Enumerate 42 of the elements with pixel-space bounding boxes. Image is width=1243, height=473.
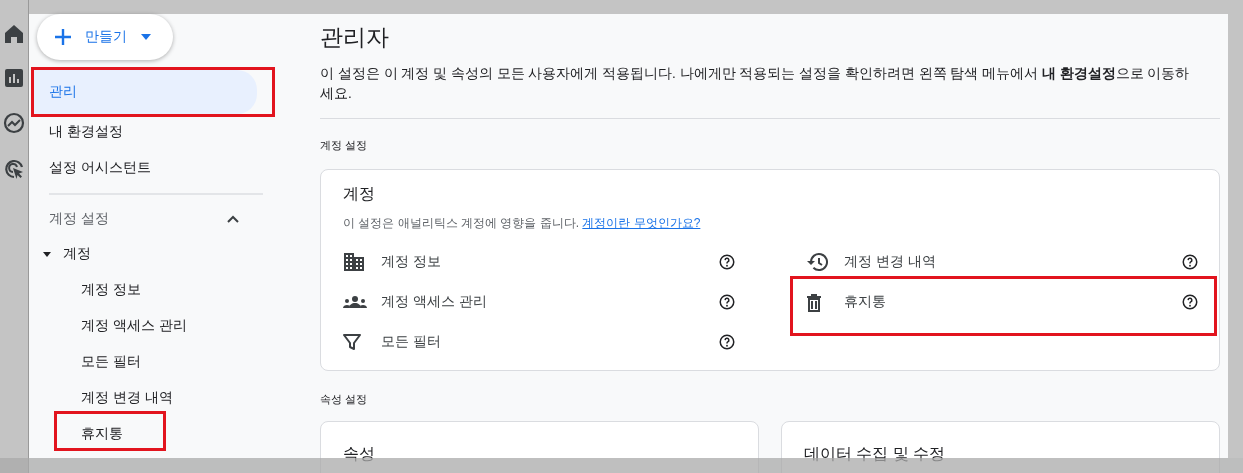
sidebar-item[interactable]: 계정 액세스 관리 [81,317,187,335]
people-icon [343,295,367,309]
create-button[interactable]: 만들기 [37,14,173,60]
caret-icon [141,34,151,40]
home-icon[interactable] [4,24,24,44]
plus-icon [55,29,71,45]
filter-icon [343,333,361,351]
description: 이 설정은 이 계정 및 속성의 모든 사용자에게 적용됩니다. 나에게만 적용되는 설정을 확인하려면 왼쪽 탐색 메뉴에서 내 환경설정으로 이동하세요. [320,65,1191,103]
sidebar-item[interactable]: 설정 어시스턴트 [33,150,257,186]
card-title: 데이터 수집 및 수정 [804,444,946,464]
section-heading: 속성 설정 [320,392,368,407]
chevron-icon[interactable] [227,215,239,223]
trend-icon[interactable] [3,112,25,134]
sidebar-item[interactable]: 내 환경설정 [33,114,257,150]
cursor-target-icon[interactable] [3,158,25,180]
sidebar-item[interactable]: 휴지통 [81,425,123,443]
card-title: 속성 [343,444,375,464]
building-icon [343,252,365,272]
sidebar-item[interactable]: 모든 필터 [81,353,141,371]
help-icon[interactable] [718,333,736,351]
section-heading: 계정 설정 [320,138,368,153]
help-icon[interactable] [1181,293,1199,311]
settings-link[interactable]: 계정 변경 내역 [844,254,936,269]
tree-item[interactable]: 계정 [33,236,265,272]
settings-link[interactable]: 계정 액세스 관리 [381,294,487,309]
settings-link[interactable]: 계정 정보 [381,254,441,269]
settings-link[interactable]: 휴지통 [844,294,886,309]
settings-link[interactable]: 모든 필터 [381,334,441,349]
card-title: 계정 [343,184,375,204]
card-description: 이 설정은 애널리틱스 계정에 영향을 줍니다. 계정이란 무엇인가요? [343,215,701,232]
help-icon[interactable] [1181,253,1199,271]
history-icon [806,252,828,272]
section-heading: 계정 설정 [49,210,109,228]
page-title: 관리자 [320,23,389,52]
sidebar-item[interactable]: 계정 정보 [81,281,141,299]
trash-icon [806,292,822,312]
help-icon[interactable] [718,253,736,271]
help-icon[interactable] [718,293,736,311]
bar-chart-icon[interactable] [4,68,24,88]
sidebar-item[interactable]: 관리 [33,70,257,114]
help-link[interactable]: 계정이란 무엇인가요? [582,216,701,230]
sidebar-item[interactable]: 계정 변경 내역 [81,389,173,407]
